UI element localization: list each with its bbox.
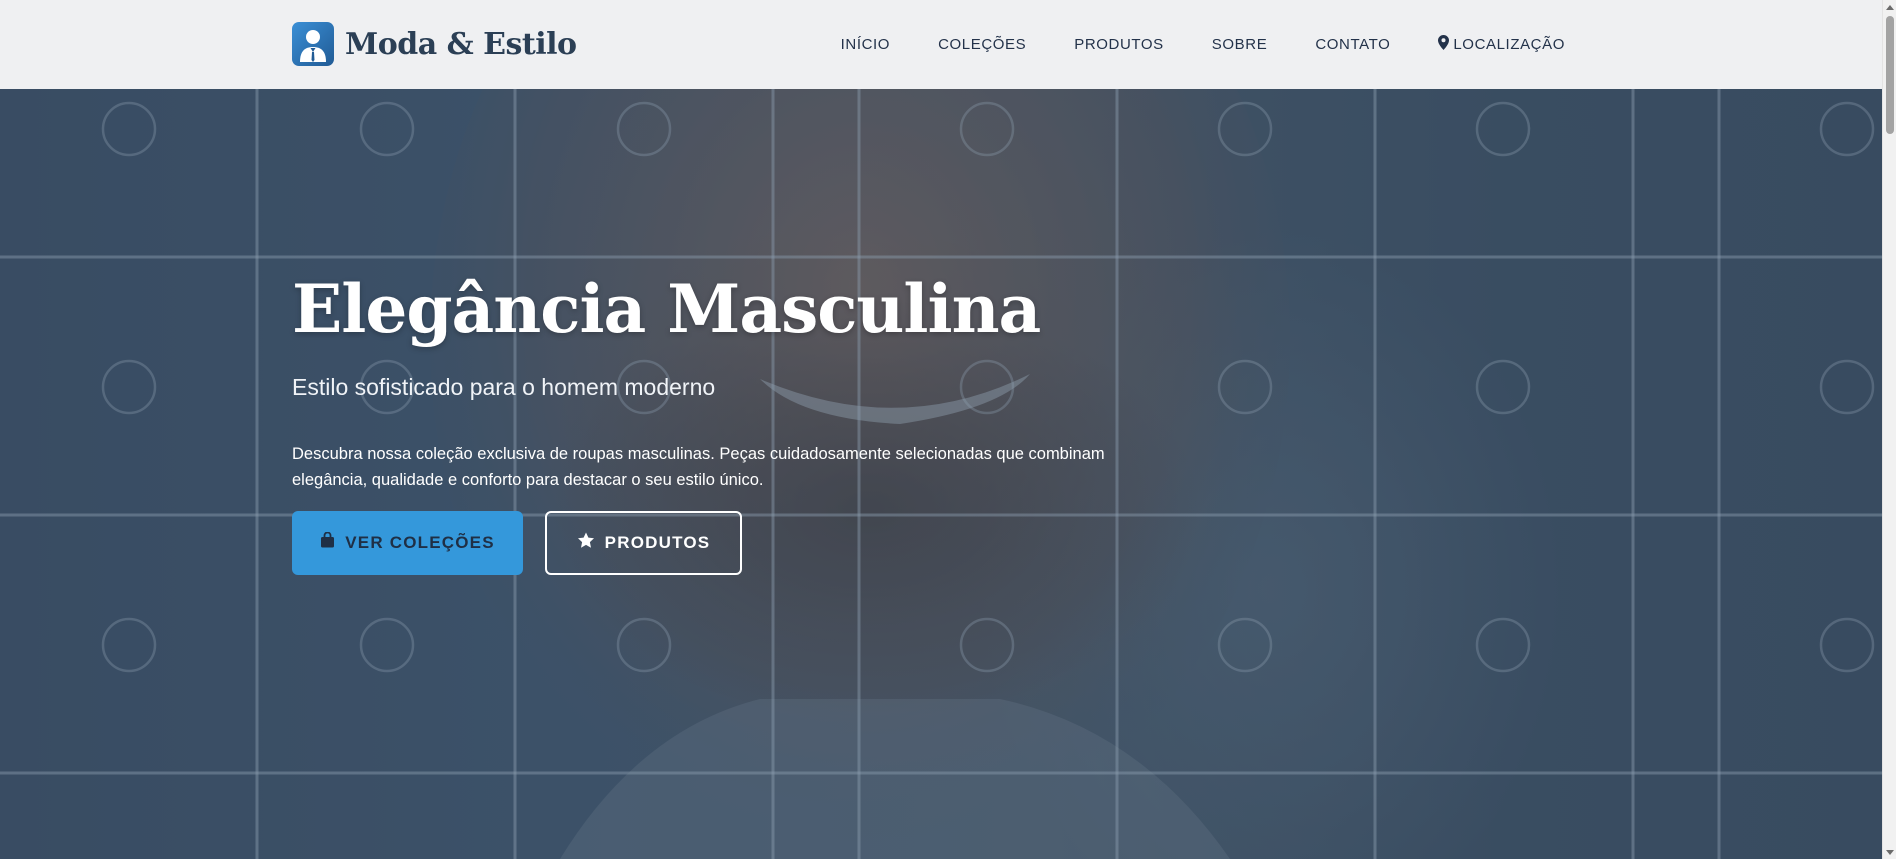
hero-subtitle: Estilo sofisticado para o homem moderno [292,373,716,400]
produtos-button[interactable]: PRODUTOS [545,510,742,575]
hero-title: Elegância Masculina [292,270,1041,348]
produtos-label: PRODUTOS [604,532,711,552]
ver-colecoes-label: VER COLEÇÕES [345,532,495,552]
nav-item-colecoes[interactable]: COLEÇÕES [938,36,1026,53]
nav-item-produtos[interactable]: PRODUTOS [1074,36,1164,53]
nav-item-localizacao[interactable]: LOCALIZAÇÃO [1438,35,1565,54]
scroll-up-arrow-icon[interactable] [1883,0,1896,14]
nav-item-localizacao-label: LOCALIZAÇÃO [1453,36,1565,53]
scroll-down-arrow-icon[interactable] [1883,845,1896,859]
ver-colecoes-button[interactable]: VER COLEÇÕES [292,510,523,575]
shopping-bag-icon [320,531,335,553]
nav-item-contato[interactable]: CONTATO [1315,36,1390,53]
map-pin-icon [1438,35,1450,54]
brand-name: Moda & Estilo [345,26,577,62]
scrollbar-thumb[interactable] [1886,16,1894,134]
person-suit-icon [292,22,334,66]
hero-content: Elegância Masculina Estilo sofisticado p… [292,273,1172,575]
main-nav: INÍCIO COLEÇÕES PRODUTOS SOBRE CONTATO L… [841,0,1565,89]
nav-item-inicio[interactable]: INÍCIO [841,36,890,53]
star-icon [577,532,595,554]
brand-logo[interactable]: Moda & Estilo [292,22,577,66]
hero-buttons: VER COLEÇÕES PRODUTOS [292,510,1172,575]
nav-item-sobre[interactable]: SOBRE [1212,36,1268,53]
hero-description: Descubra nossa coleção exclusiva de roup… [292,444,1105,489]
page-scrollbar[interactable] [1882,0,1896,859]
site-header: Moda & Estilo INÍCIO COLEÇÕES PRODUTOS S… [0,0,1882,89]
hero-section: Elegância Masculina Estilo sofisticado p… [0,89,1882,859]
